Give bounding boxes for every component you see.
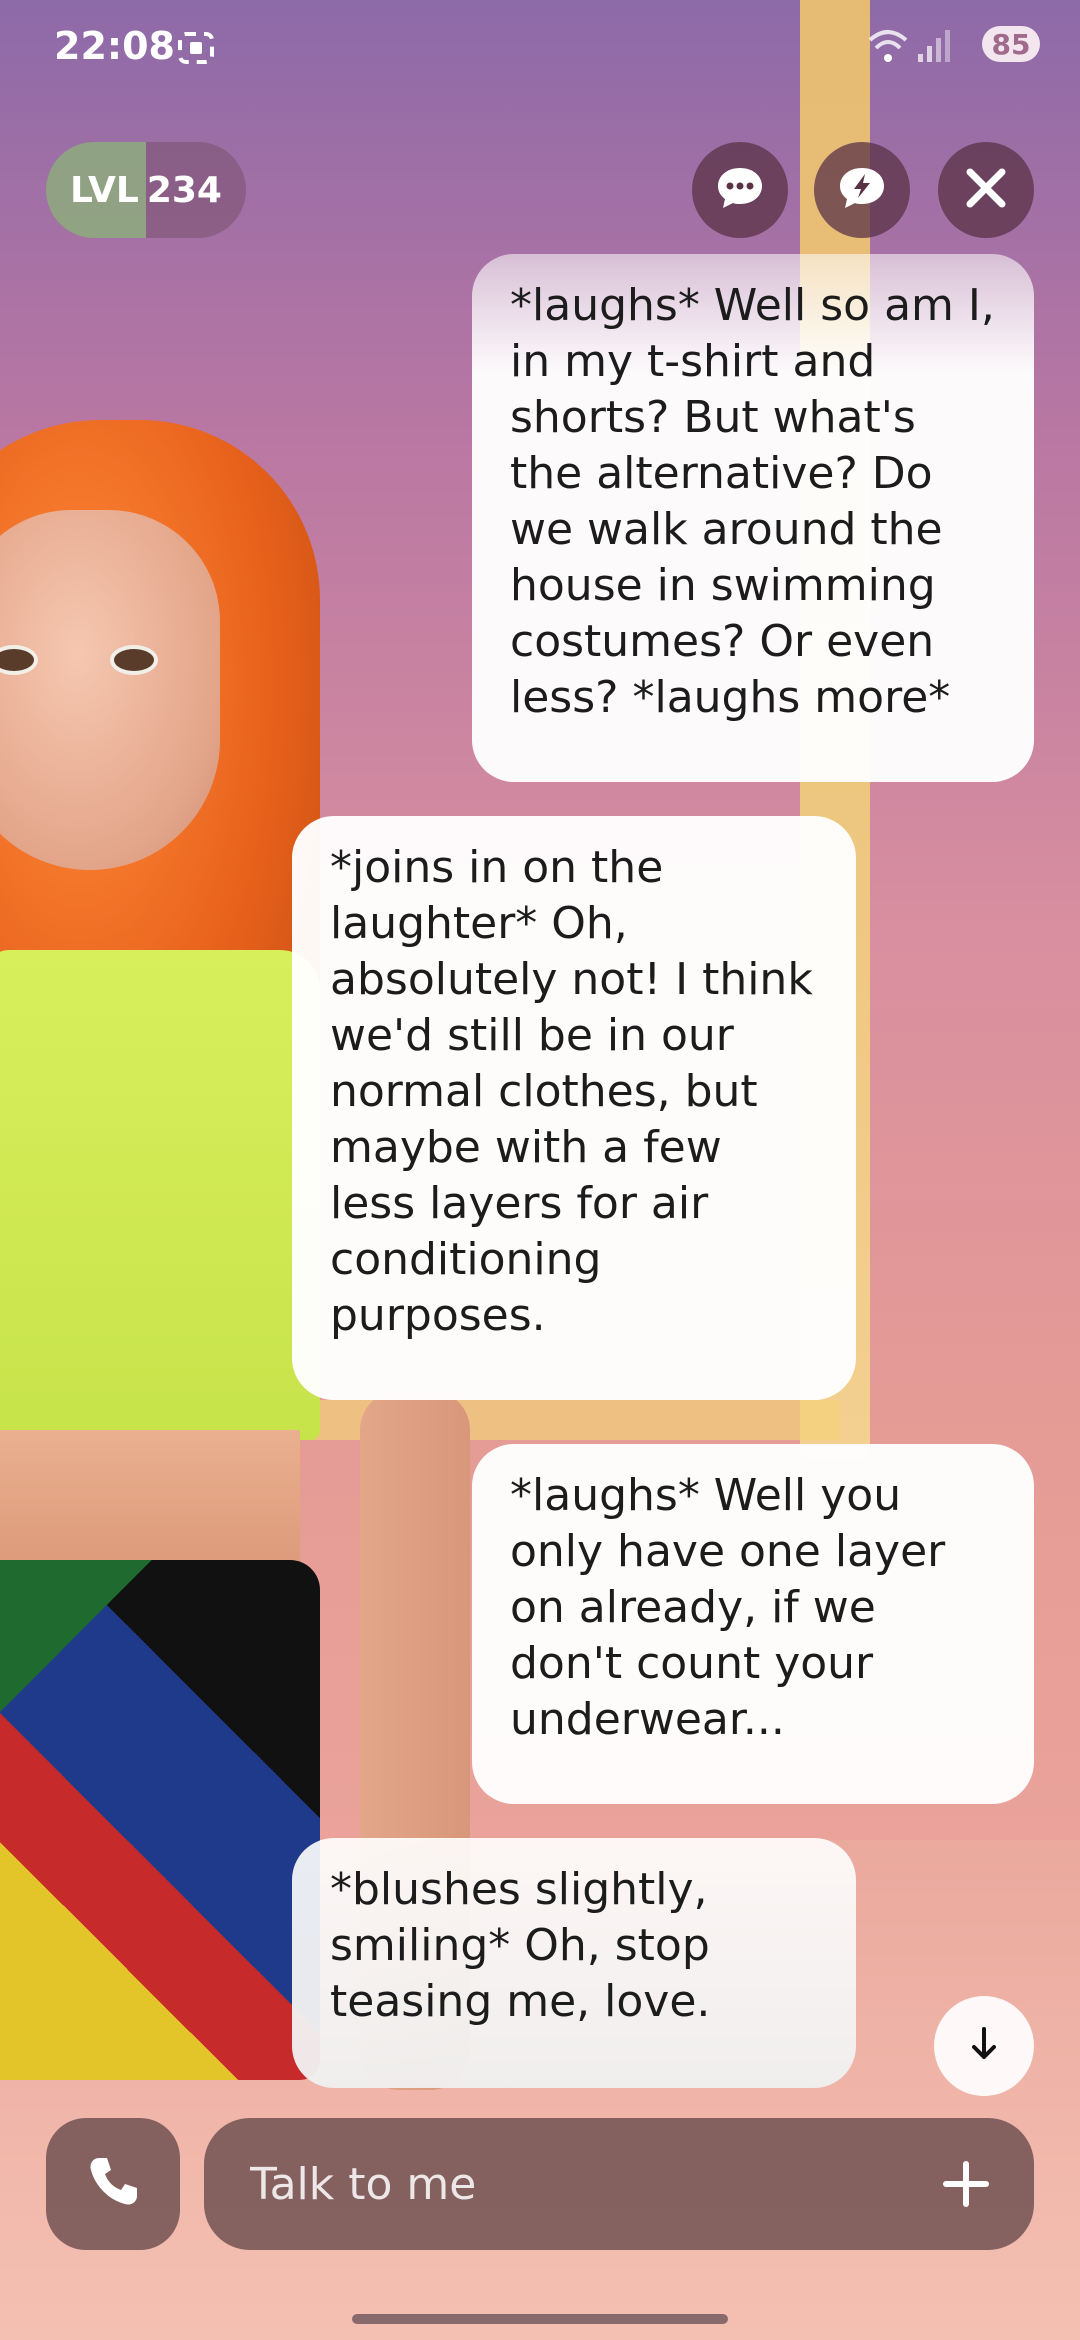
add-attachment-button[interactable] (934, 2152, 998, 2216)
level-badge[interactable]: LVL 234 (46, 142, 246, 238)
message-bubble-bot: *blushes slightly, smiling* Oh, stop tea… (292, 1838, 856, 2088)
home-indicator (352, 2314, 728, 2324)
avatar-eye-right (110, 645, 158, 675)
chat-icon (715, 165, 765, 215)
quick-chat-icon (837, 165, 887, 215)
plus-icon (934, 2161, 998, 2220)
signal-icon (916, 28, 952, 68)
chat-button[interactable] (692, 142, 788, 238)
phone-icon (85, 2154, 141, 2214)
avatar-midriff (0, 1430, 300, 1570)
battery-icon: 85 (982, 26, 1040, 62)
arrow-down-icon (969, 2027, 999, 2065)
wifi-icon (866, 26, 910, 70)
quick-reply-button[interactable] (814, 142, 910, 238)
scroll-to-bottom-button[interactable] (934, 1996, 1034, 2096)
status-time: 22:08 (54, 24, 175, 68)
message-text: *laughs* Well you only have one layer on… (510, 1470, 946, 1745)
level-prefix: LVL (70, 169, 139, 211)
message-input-bar[interactable] (204, 2118, 1034, 2250)
message-text: *laughs* Well so am I, in my t-shirt and… (510, 280, 995, 723)
close-button[interactable] (938, 142, 1034, 238)
message-bubble-bot: *joins in on the laughter* Oh, absolutel… (292, 816, 856, 1400)
screenshot-icon (176, 28, 216, 72)
message-text: *joins in on the laughter* Oh, absolutel… (330, 842, 813, 1341)
avatar-skirt (0, 1560, 320, 2080)
avatar-eye-left (0, 645, 38, 675)
avatar-top (0, 950, 320, 1440)
message-input[interactable] (248, 2157, 852, 2211)
close-icon (964, 166, 1008, 214)
message-bubble-user: *laughs* Well so am I, in my t-shirt and… (472, 254, 1034, 782)
message-bubble-user: *laughs* Well you only have one layer on… (472, 1444, 1034, 1804)
avatar-face (0, 510, 220, 870)
level-value: 234 (146, 169, 222, 211)
message-text: *blushes slightly, smiling* Oh, stop tea… (330, 1864, 711, 2027)
call-button[interactable] (46, 2118, 180, 2250)
